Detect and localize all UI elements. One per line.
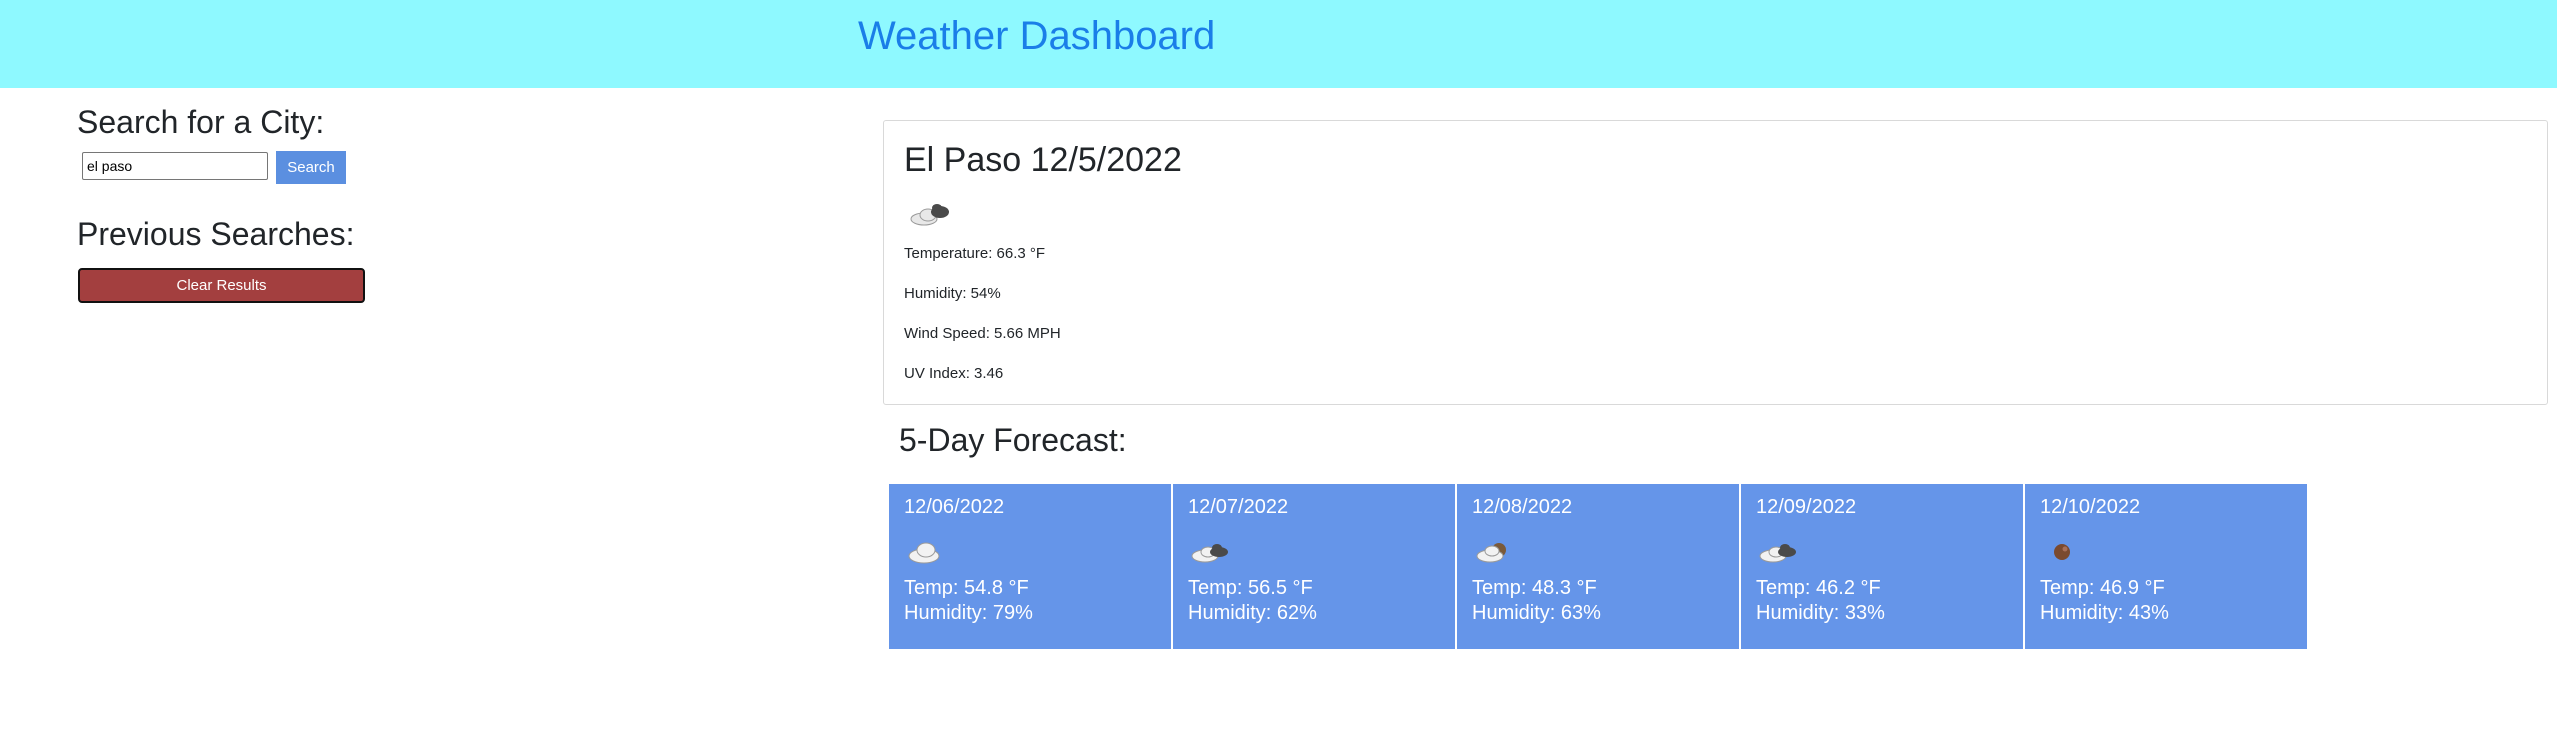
current-uv-index: UV Index: 3.46 <box>904 365 1004 382</box>
forecast-humidity: Humidity: 33% <box>1756 602 1885 624</box>
forecast-card: 12/07/2022 Temp: 56.5 °F Humidity: 62% <box>1173 484 1455 649</box>
search-button[interactable]: Search <box>276 151 346 184</box>
broken-clouds-icon <box>1191 544 1228 563</box>
current-temperature: Temperature: 66.3 °F <box>904 245 1046 262</box>
current-humidity: Humidity: 54% <box>904 285 1001 302</box>
forecast-humidity: Humidity: 43% <box>2040 602 2169 624</box>
forecast-date: 12/08/2022 <box>1472 496 1573 518</box>
partly-cloudy-icon <box>1476 543 1506 563</box>
header-bar: Weather Dashboard <box>0 0 2557 88</box>
broken-clouds-icon <box>1759 544 1796 563</box>
current-weather-card: El Paso 12/5/2022 Temperature: 66.3 °F H… <box>883 120 2548 405</box>
forecast-card: 12/09/2022 Temp: 46.2 °F Humidity: 33% <box>1741 484 2023 649</box>
current-city-date: El Paso 12/5/2022 <box>904 141 1182 179</box>
clear-results-button[interactable]: Clear Results <box>78 268 365 303</box>
forecast-humidity: Humidity: 62% <box>1188 602 1317 624</box>
forecast-date: 12/06/2022 <box>904 496 1005 518</box>
sun-icon <box>2054 544 2070 560</box>
current-wind-speed: Wind Speed: 5.66 MPH <box>904 325 1061 342</box>
forecast-humidity: Humidity: 63% <box>1472 602 1601 624</box>
search-heading: Search for a City: <box>77 104 325 140</box>
forecast-humidity: Humidity: 79% <box>904 602 1033 624</box>
forecast-card: 12/08/2022 Temp: 48.3 °F Humidity: 63% <box>1457 484 1739 649</box>
forecast-temp: Temp: 48.3 °F <box>1472 577 1597 599</box>
forecast-temp: Temp: 54.8 °F <box>904 577 1029 599</box>
forecast-card: 12/10/2022 Temp: 46.9 °F Humidity: 43% <box>2025 484 2307 649</box>
previous-searches-heading: Previous Searches: <box>77 216 355 252</box>
forecast-heading: 5-Day Forecast: <box>899 422 1127 458</box>
forecast-date: 12/10/2022 <box>2040 496 2141 518</box>
forecast-temp: Temp: 46.9 °F <box>2040 577 2165 599</box>
page-title: Weather Dashboard <box>858 14 1216 58</box>
forecast-card: 12/06/2022 Temp: 54.8 °F Humidity: 79% <box>889 484 1171 649</box>
forecast-temp: Temp: 56.5 °F <box>1188 577 1313 599</box>
forecast-temp: Temp: 46.2 °F <box>1756 577 1881 599</box>
city-search-input[interactable] <box>82 152 268 180</box>
cloud-icon <box>908 542 940 564</box>
forecast-date: 12/09/2022 <box>1756 496 1857 518</box>
forecast-date: 12/07/2022 <box>1188 496 1289 518</box>
cloud-dark-cloud-icon <box>910 204 949 226</box>
